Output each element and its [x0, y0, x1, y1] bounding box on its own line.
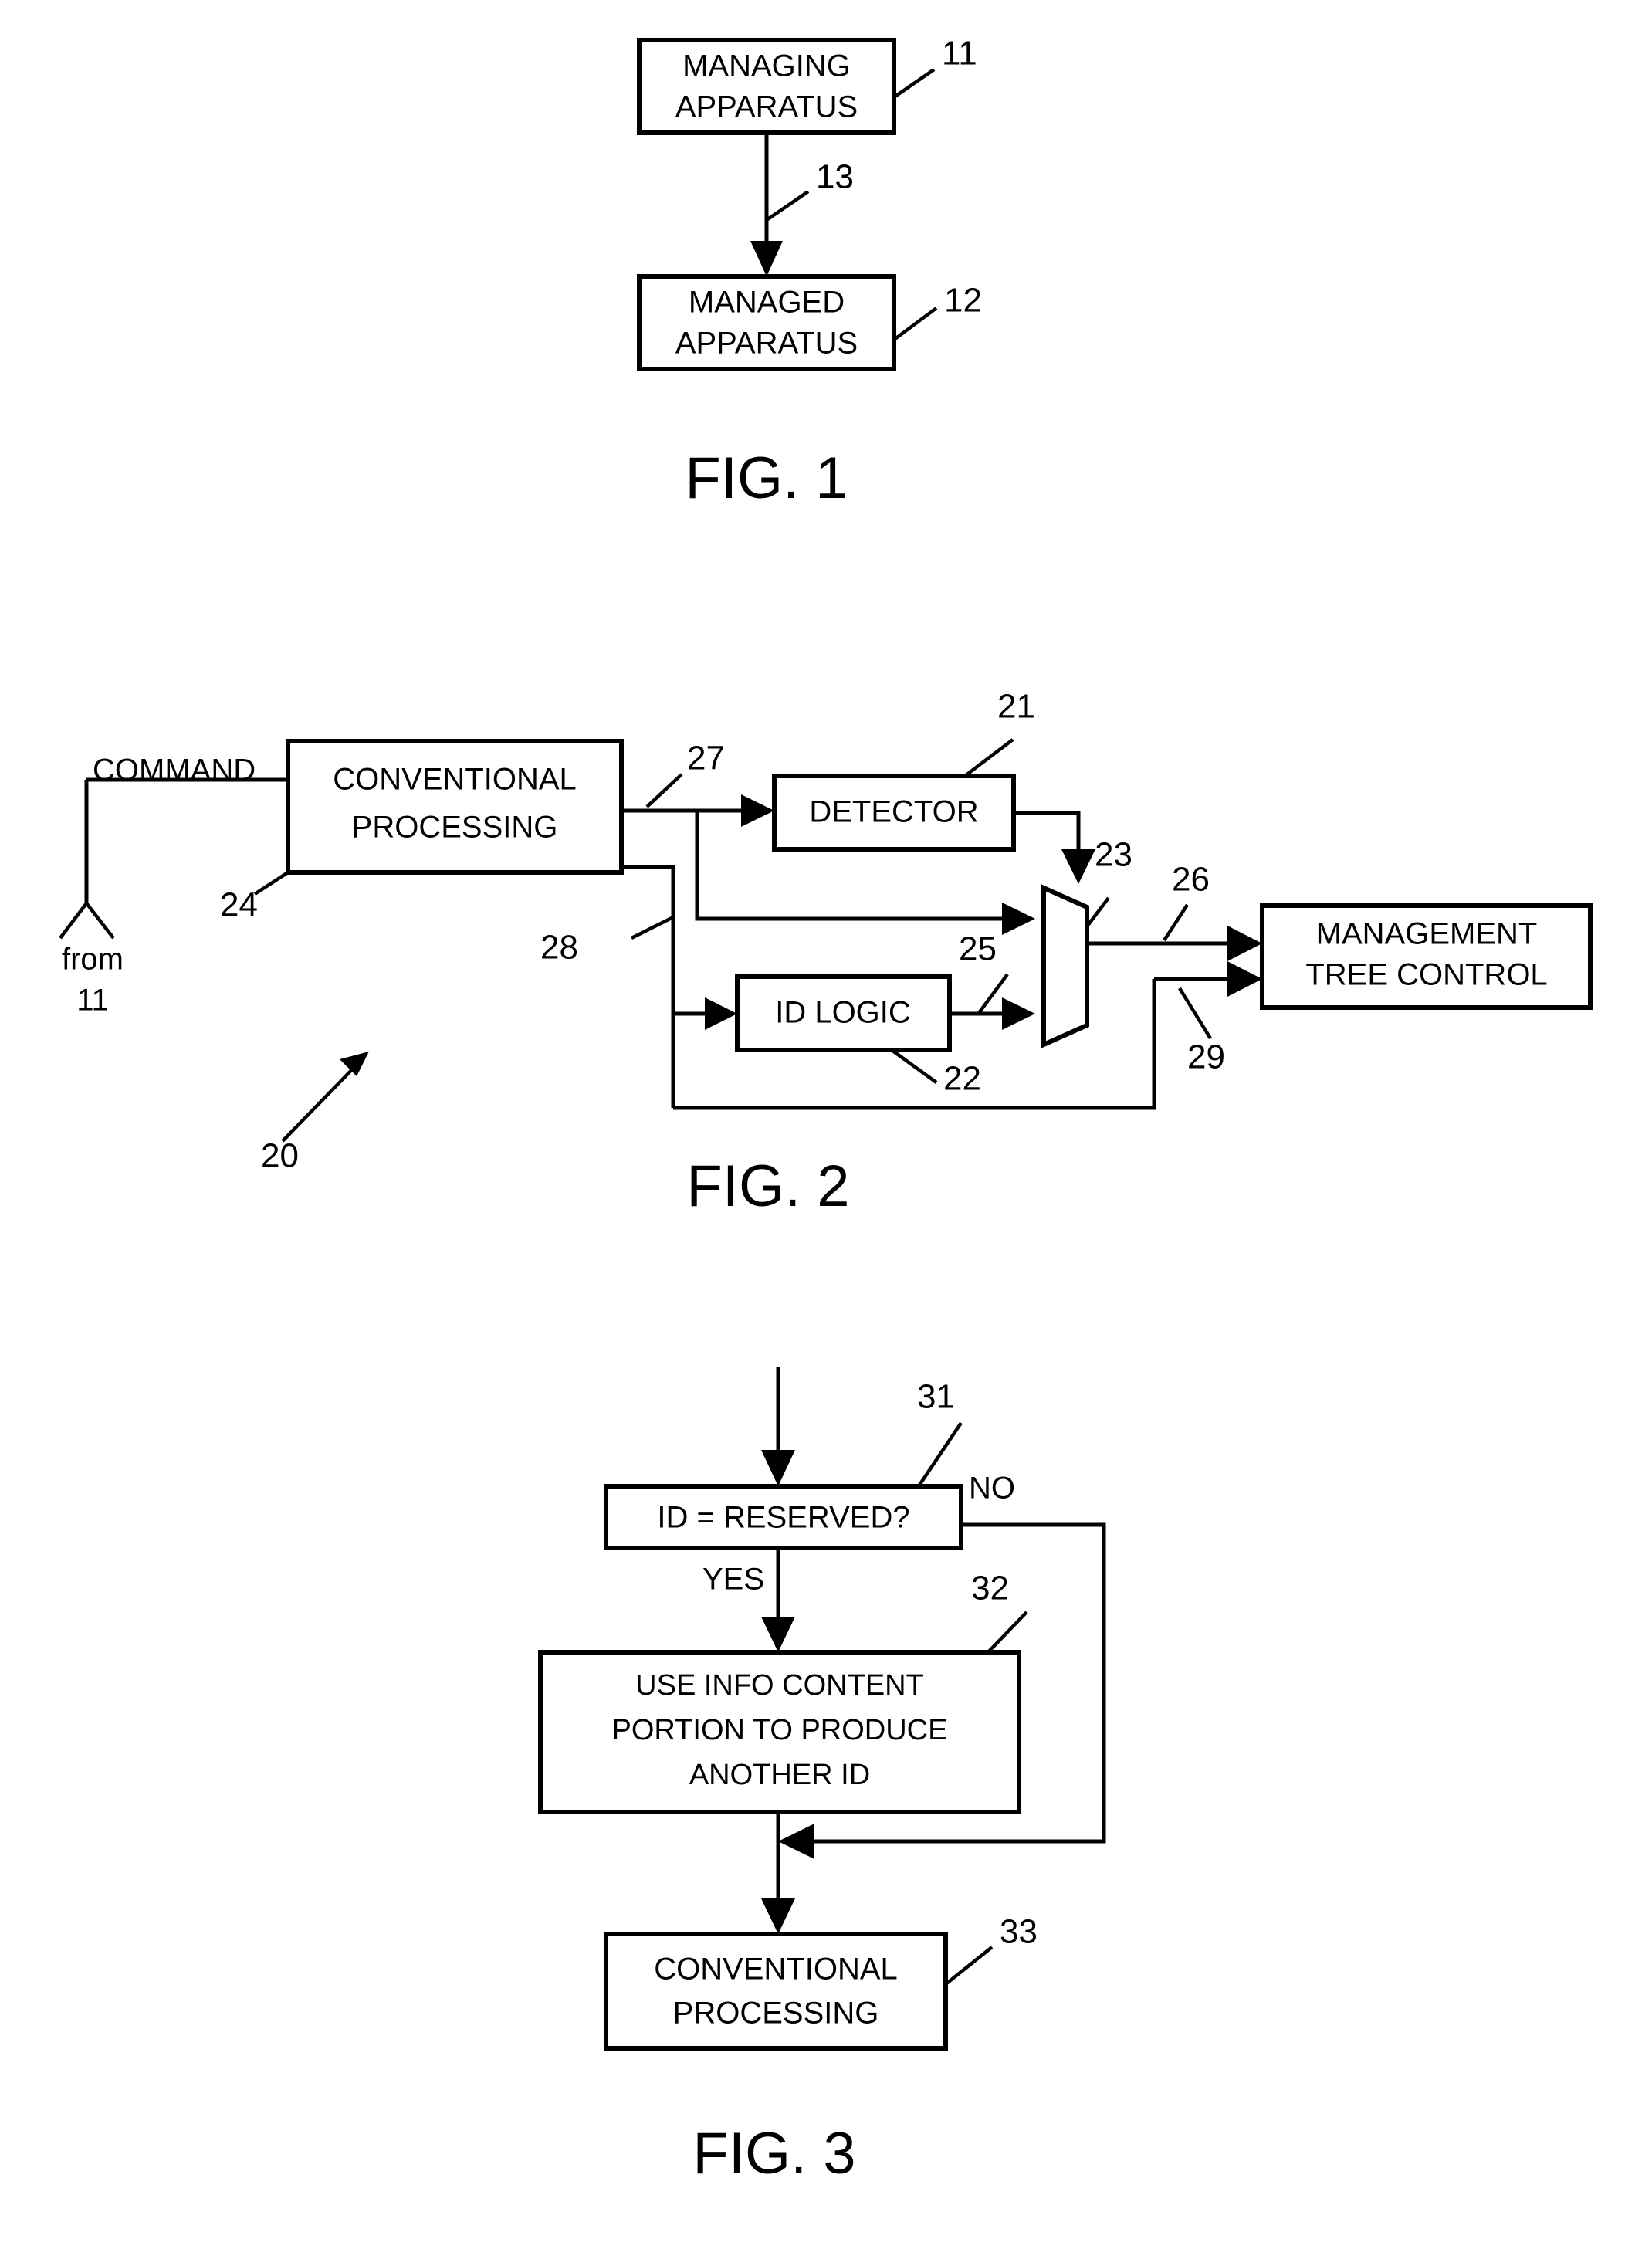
fig3-use-info-content-label-line1: USE INFO CONTENT: [635, 1669, 924, 1702]
fig2-signal-25-arrowhead: [1002, 997, 1035, 1030]
fig3-branch-label-no: NO: [969, 1472, 1015, 1506]
fig1-connector-arrowhead-13: [750, 241, 783, 276]
fig2-signal-27-branch-arrowhead: [1002, 903, 1035, 935]
fig2-leader-line-23: [1085, 896, 1110, 928]
fig3-reference-numeral-33: 33: [1000, 1913, 1038, 1951]
fig2-management-tree-control-label-line2: TREE CONTROL: [1305, 958, 1547, 992]
fig1-managed-apparatus-label-line2: APPARATUS: [675, 327, 858, 361]
fig2-signal-28-wire: [621, 865, 675, 1108]
fig1-reference-numeral-11: 11: [942, 35, 977, 73]
fig2-detector-output-arrowhead: [1061, 849, 1095, 884]
fig2-management-tree-control-label-line1: MANAGEMENT: [1316, 917, 1538, 951]
fig2-source-fork-marker: [59, 902, 115, 940]
fig3-leader-line-32: [987, 1611, 1028, 1654]
fig3-conventional-processing-box: [604, 1932, 948, 2051]
fig2-leader-line-29: [1178, 987, 1212, 1040]
fig3-merge-arrowhead: [761, 1898, 795, 1934]
fig2-reference-numeral-27: 27: [687, 740, 725, 777]
fig2-system-leader-line-20: [281, 1060, 361, 1143]
fig1-leader-line-11: [892, 68, 936, 99]
fig3-leader-line-33: [944, 1946, 994, 1986]
fig1-leader-line-13: [765, 190, 810, 222]
fig2-command-label: COMMAND: [93, 754, 256, 787]
fig3-conventional-processing-label-line1: CONVENTIONAL: [654, 1953, 898, 1987]
fig2-reference-numeral-28: 28: [540, 929, 578, 967]
fig2-source-label-ref: 11: [76, 984, 109, 1018]
fig3-entry-arrowhead: [761, 1450, 795, 1486]
fig2-reference-numeral-25: 25: [959, 930, 997, 968]
fig3-branch-no-arrowhead: [778, 1824, 814, 1859]
fig2-leader-line-21: [963, 738, 1014, 777]
fig3-use-info-content-label-line2: PORTION TO PRODUCE: [612, 1714, 948, 1746]
fig3-leader-line-31: [917, 1421, 963, 1488]
figure-1-group: MANAGING APPARATUS 11 13 MANAGED APPARAT…: [637, 35, 982, 511]
fig2-conventional-processing-label-line1: CONVENTIONAL: [333, 763, 577, 797]
fig2-reference-numeral-29: 29: [1187, 1038, 1225, 1076]
fig2-leader-line-22: [890, 1048, 938, 1084]
fig2-signal-29-arrowhead: [1227, 961, 1262, 997]
fig1-managing-apparatus-label-line1: MANAGING: [682, 49, 851, 83]
patent-drawing-sheet: MANAGING APPARATUS 11 13 MANAGED APPARAT…: [0, 0, 1652, 2249]
fig2-reference-numeral-21: 21: [997, 688, 1035, 726]
fig2-leader-line-24: [253, 871, 289, 896]
fig3-decision-label: ID = RESERVED?: [657, 1501, 909, 1535]
fig2-caption: FIG. 2: [686, 1153, 849, 1219]
fig3-caption: FIG. 3: [692, 2121, 855, 2186]
fig2-leader-line-27: [645, 773, 683, 808]
fig2-reference-numeral-22: 22: [943, 1060, 981, 1098]
fig2-leader-line-26: [1163, 903, 1189, 942]
fig2-id-logic-label: ID LOGIC: [775, 996, 911, 1030]
fig3-use-info-content-label-line3: ANOTHER ID: [689, 1759, 870, 1791]
fig3-reference-numeral-31: 31: [917, 1378, 955, 1416]
fig1-leader-line-12: [892, 307, 938, 341]
fig2-system-leader-arrowhead-20: [340, 1052, 369, 1076]
figure-3-group: ID = RESERVED? 31 NO YES USE INFO CONTEN…: [538, 1367, 1106, 2186]
fig2-multiplexer-shape: [1041, 884, 1089, 1048]
fig1-managed-apparatus-label-line1: MANAGED: [689, 286, 845, 320]
fig2-reference-numeral-24: 24: [220, 886, 258, 924]
fig2-signal-28-branch-arrowhead: [705, 997, 737, 1030]
fig2-signal-27-arrowhead: [741, 794, 774, 827]
fig1-managing-apparatus-label-line2: APPARATUS: [675, 90, 858, 124]
fig3-reference-numeral-32: 32: [971, 1570, 1009, 1607]
fig1-reference-numeral-12: 12: [944, 282, 982, 320]
fig2-reference-numeral-20: 20: [261, 1137, 299, 1175]
fig3-conventional-processing-label-line2: PROCESSING: [673, 1997, 879, 2031]
figures-svg-canvas: MANAGING APPARATUS 11 13 MANAGED APPARAT…: [59, 35, 1593, 2186]
figure-2-group: from 11 COMMAND CONVENTIONAL PROCESSING …: [59, 688, 1593, 1219]
fig1-caption: FIG. 1: [685, 445, 848, 511]
fig2-conventional-processing-box: [286, 739, 624, 875]
fig2-reference-numeral-26: 26: [1172, 861, 1210, 899]
fig2-detector-label: DETECTOR: [809, 795, 978, 829]
fig3-branch-label-yes: YES: [702, 1563, 764, 1597]
fig1-reference-numeral-13: 13: [816, 158, 854, 196]
fig2-source-label-from: from: [62, 943, 124, 977]
fig2-leader-line-28: [630, 915, 675, 940]
fig2-signal-26-arrowhead: [1227, 926, 1262, 961]
fig2-reference-numeral-23: 23: [1095, 836, 1132, 874]
fig2-conventional-processing-label-line2: PROCESSING: [352, 811, 558, 845]
fig3-branch-yes-arrowhead: [761, 1617, 795, 1652]
